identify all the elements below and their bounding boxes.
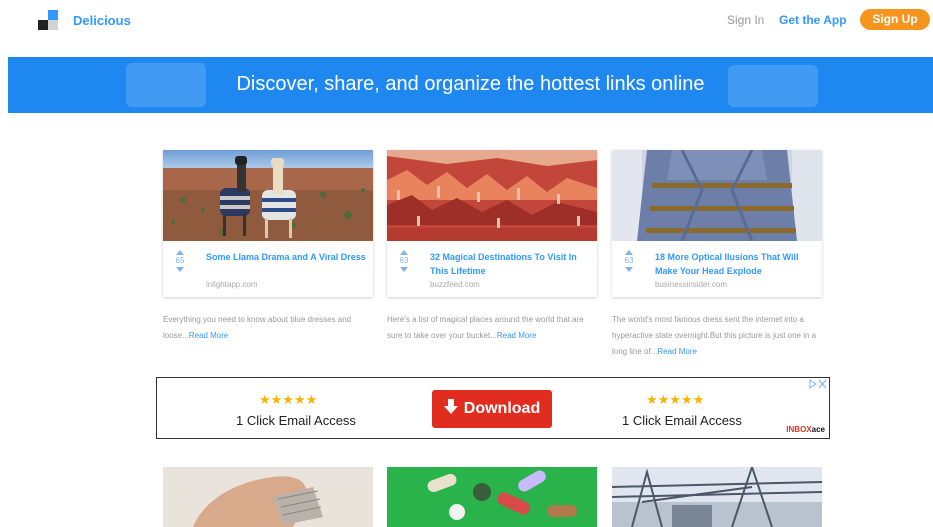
get-the-app-link[interactable]: Get the App (779, 13, 847, 27)
card-domain: businessinsider.com (655, 280, 728, 289)
advertisement-banner[interactable]: ★★★★★ 1 Click Email Access Download ★★★★… (156, 377, 830, 439)
logo-square-gray (48, 20, 58, 30)
card-image[interactable] (163, 467, 373, 527)
card-domain: buzzfeed.com (430, 280, 480, 289)
logo-square-blue (48, 10, 58, 20)
banner-tagline: Discover, share, and organize the hottes… (236, 73, 705, 95)
link-card[interactable]: 63 32 Magical Destinations To Visit In T… (387, 150, 597, 297)
card-description: Here's a list of magical places around t… (387, 312, 599, 344)
download-label: Download (463, 400, 541, 417)
card-domain: inlightapp.com (206, 280, 258, 289)
card-image[interactable] (612, 150, 822, 241)
card-image[interactable] (387, 467, 597, 527)
sign-up-button[interactable]: Sign Up (860, 9, 930, 30)
adchoices-icon[interactable] (809, 379, 827, 390)
vote-count: 63 (624, 256, 634, 265)
read-more-link[interactable]: Read More (189, 331, 229, 340)
vote-control[interactable]: 63 (395, 250, 413, 272)
vote-count: 63 (399, 256, 409, 265)
ad-text-right[interactable]: 1 Click Email Access (622, 413, 742, 428)
sign-in-link[interactable]: Sign In (727, 13, 764, 27)
download-button[interactable]: Download (432, 390, 552, 428)
top-header: Delicious Sign In Get the App Sign Up (0, 0, 933, 40)
vote-control[interactable]: 65 (171, 250, 189, 272)
card-description: The world's most famous dress sent the i… (612, 312, 824, 360)
link-card[interactable]: 63 18 More Optical Ilusions That Will Ma… (612, 150, 822, 297)
card-title-link[interactable]: 18 More Optical Ilusions That Will Make … (655, 250, 815, 278)
downvote-arrow-icon[interactable] (176, 267, 184, 272)
rating-stars-icon: ★★★★★ (646, 392, 705, 407)
logo-square-black (38, 20, 48, 30)
description-text: Here's a list of magical places around t… (387, 315, 584, 340)
card-description: Everything you need to know about blue d… (163, 312, 375, 344)
ad-text-left[interactable]: 1 Click Email Access (236, 413, 356, 428)
link-card[interactable]: 65 Some Llama Drama and A Viral Dress in… (163, 150, 373, 297)
rating-stars-icon: ★★★★★ (259, 392, 318, 407)
card-title-link[interactable]: 32 Magical Destinations To Visit In This… (430, 250, 590, 278)
card-image[interactable] (612, 467, 822, 527)
delicious-logo-icon[interactable] (38, 10, 60, 30)
download-arrow-icon (443, 390, 458, 428)
vote-count: 65 (175, 256, 185, 265)
card-image[interactable] (163, 150, 373, 241)
downvote-arrow-icon[interactable] (625, 267, 633, 272)
hero-banner: Discover, share, and organize the hottes… (8, 57, 933, 113)
sponsor-logo: INBOXace (786, 425, 825, 434)
downvote-arrow-icon[interactable] (400, 267, 408, 272)
read-more-link[interactable]: Read More (657, 347, 697, 356)
vote-control[interactable]: 63 (620, 250, 638, 272)
brand-link[interactable]: Delicious (73, 13, 131, 28)
card-image[interactable] (387, 150, 597, 241)
sponsor-name-ace: ace (811, 425, 825, 434)
sponsor-name-inbox: INBOX (786, 425, 812, 434)
card-title-link[interactable]: Some Llama Drama and A Viral Dress (206, 250, 366, 264)
description-text: The world's most famous dress sent the i… (612, 315, 817, 356)
read-more-link[interactable]: Read More (497, 331, 537, 340)
